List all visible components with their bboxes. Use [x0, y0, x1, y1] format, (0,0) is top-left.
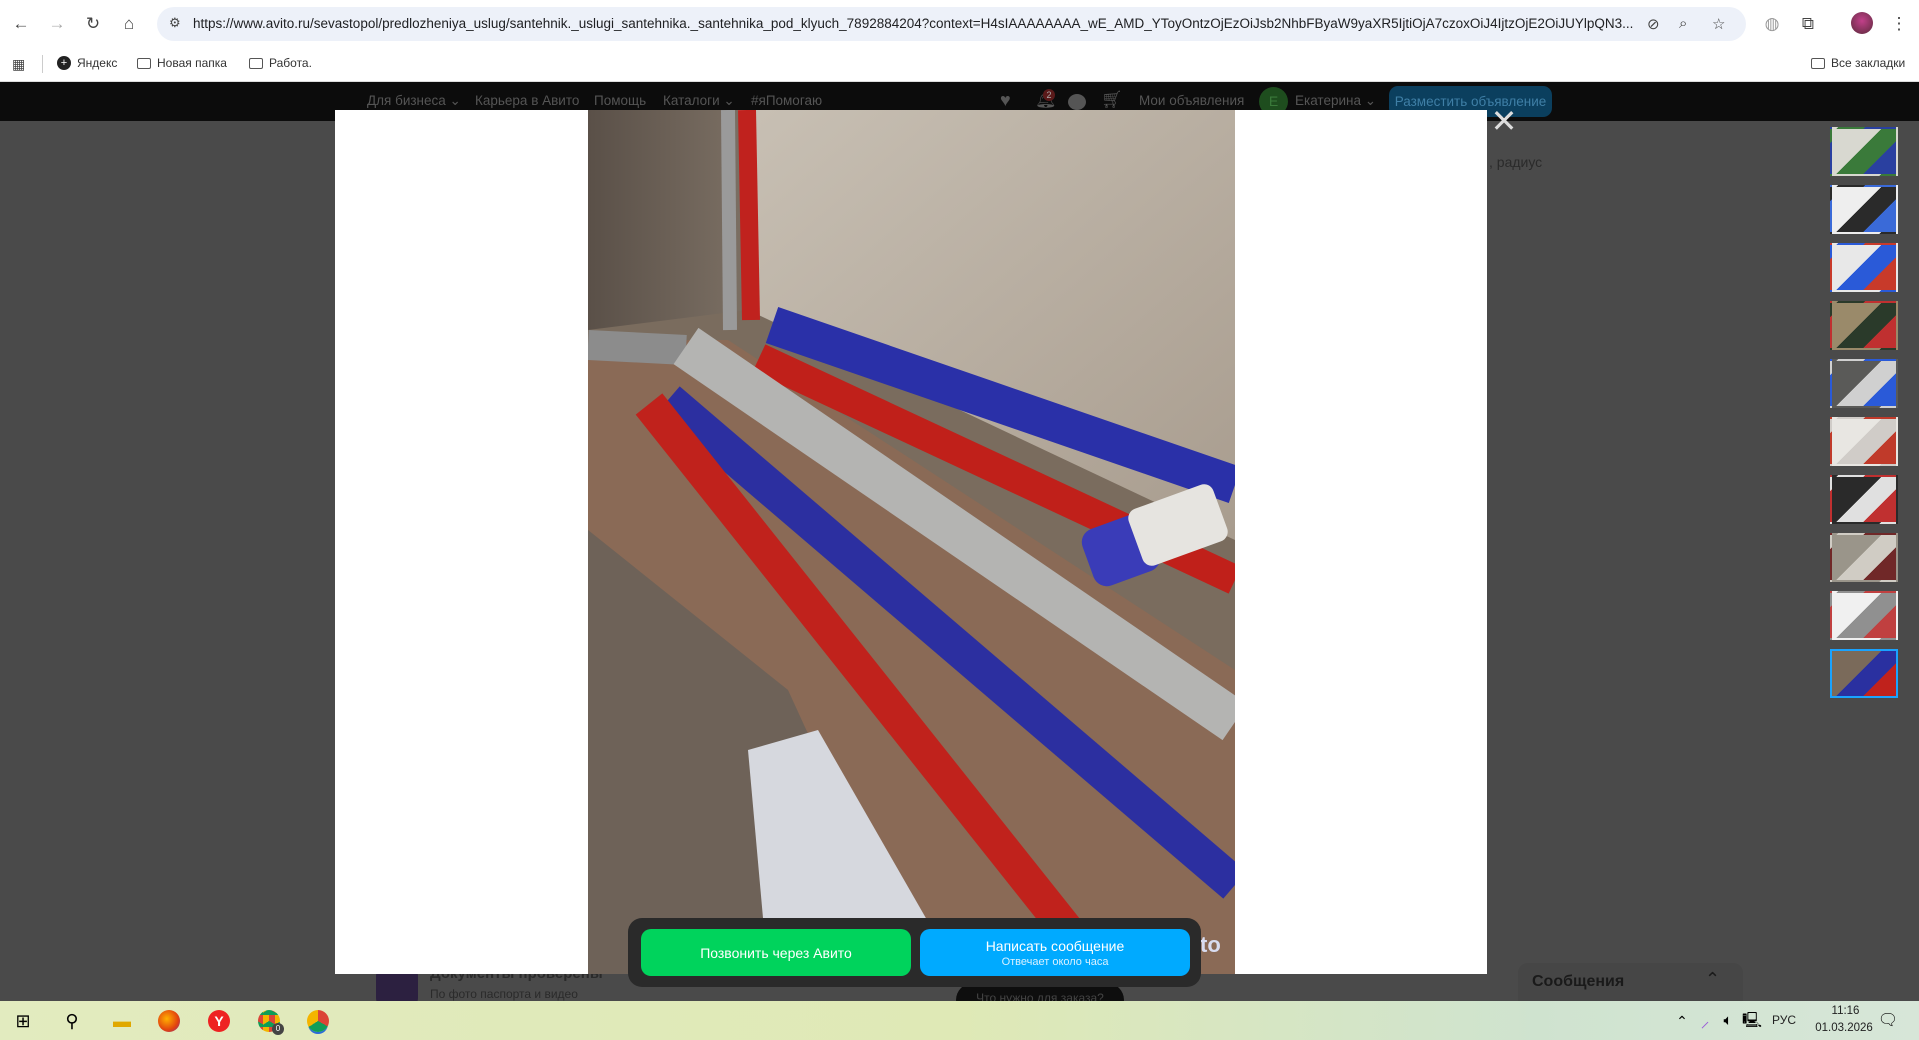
divider: [42, 55, 43, 73]
yandex-browser-icon[interactable]: Y: [208, 1010, 230, 1032]
bookmark-label: Все закладки: [1831, 56, 1906, 70]
back-icon[interactable]: ←: [9, 12, 33, 36]
extensions-icon[interactable]: ⧉: [1796, 12, 1820, 36]
messages-panel[interactable]: Сообщения ⌃: [1518, 963, 1743, 1001]
yandex-icon: +: [57, 56, 71, 70]
contact-bar: Позвонить через Авито Написать сообщение…: [628, 918, 1201, 987]
call-label: Позвонить через Авито: [700, 944, 852, 961]
browser-chrome: ← → ↻ ⌂ ⚙ https://www.avito.ru/sevastopo…: [0, 0, 1919, 82]
notification-badge: 2: [1043, 89, 1055, 101]
bookmark-folder-new[interactable]: Новая папка: [137, 56, 227, 70]
docs-subtitle: По фото паспорта и видео: [430, 987, 578, 1001]
toolbar: ← → ↻ ⌂ ⚙ https://www.avito.ru/sevastopo…: [0, 0, 1919, 47]
nav-business[interactable]: Для бизнеса ⌄: [367, 93, 461, 109]
zoom-icon[interactable]: ⌕: [1679, 15, 1687, 32]
nav-ya-pomogayu[interactable]: #яПомогаю: [751, 93, 822, 108]
home-icon[interactable]: ⌂: [117, 12, 141, 36]
site-settings-icon[interactable]: ⚙: [169, 15, 181, 31]
forward-icon[interactable]: →: [45, 12, 69, 36]
favorites-heart-icon[interactable]: ♥: [1000, 90, 1011, 111]
my-ads-link[interactable]: Мои объявления: [1139, 93, 1244, 108]
bookmark-label: Яндекс: [77, 56, 118, 70]
tracking-off-icon[interactable]: ⊘: [1647, 15, 1660, 33]
gallery-thumbnail[interactable]: [1830, 127, 1898, 176]
nav-catalogs[interactable]: Каталоги ⌄: [663, 93, 735, 109]
apps-icon[interactable]: ▦: [12, 56, 25, 73]
messages-title: Сообщения: [1532, 973, 1625, 990]
chrome-profile-icon[interactable]: [307, 1010, 329, 1032]
message-label: Написать сообщение: [985, 937, 1125, 954]
nav-help[interactable]: Помощь: [594, 93, 646, 108]
chrome-badge: 0: [272, 1023, 284, 1035]
notification-center-icon[interactable]: 🗨︎: [1876, 1009, 1900, 1033]
gallery-thumbnail[interactable]: [1830, 359, 1898, 408]
profile-avatar[interactable]: [1851, 12, 1873, 34]
nav-career[interactable]: Карьера в Авито: [475, 93, 579, 108]
response-time: Отвечает около часа: [1001, 955, 1109, 968]
folder-icon: [137, 57, 151, 69]
address-bar[interactable]: ⚙ https://www.avito.ru/sevastopol/predlo…: [157, 7, 1746, 41]
gallery-thumbnail[interactable]: [1830, 417, 1898, 466]
gallery-thumbnail[interactable]: [1830, 649, 1898, 698]
folder-icon: [1811, 57, 1825, 69]
user-menu[interactable]: Екатерина ⌄: [1295, 93, 1376, 109]
radius-text: , радиус: [1489, 154, 1543, 170]
gallery-thumbnail[interactable]: [1830, 533, 1898, 582]
translate-icon[interactable]: ◍: [1760, 12, 1784, 36]
tray-chevron-up-icon[interactable]: ⌃: [1670, 1009, 1694, 1033]
close-icon[interactable]: ✕: [1490, 105, 1518, 137]
clock-date[interactable]: 01.03.2026: [1806, 1022, 1882, 1034]
bookmark-label: Новая папка: [157, 56, 227, 70]
windows-start-icon[interactable]: ⊞: [11, 1009, 35, 1033]
gallery-thumbnail[interactable]: [1830, 301, 1898, 350]
pipes-photo: to: [588, 110, 1235, 974]
gallery-thumbnail[interactable]: [1830, 591, 1898, 640]
avito-watermark: to: [1200, 932, 1221, 957]
language-indicator[interactable]: РУС: [1772, 1013, 1796, 1027]
bookmark-folder-work[interactable]: Работа.: [249, 56, 312, 70]
bookmarks-bar: ▦ + Яндекс Новая папка Работа. Все заклад…: [0, 47, 1919, 82]
call-via-avito-button[interactable]: Позвонить через Авито: [641, 929, 911, 976]
gallery-thumbnail[interactable]: [1830, 185, 1898, 234]
bookmark-label: Работа.: [269, 56, 312, 70]
write-message-button[interactable]: Написать сообщение Отвечает около часа: [920, 929, 1190, 976]
clock-time[interactable]: 11:16: [1818, 1005, 1873, 1017]
all-bookmarks[interactable]: Все закладки: [1811, 56, 1905, 70]
reload-icon[interactable]: ↻: [81, 12, 105, 36]
folder-icon: [249, 57, 263, 69]
windows-taskbar: ⊞ ⚲ ▬ Y 0 ⌃ ⸝ 🔈︎ 🖳 РУС 11:16 01.03.2026 …: [0, 1001, 1919, 1040]
cart-icon[interactable]: 🛒︎: [1101, 90, 1123, 110]
gallery-thumbnail[interactable]: [1830, 243, 1898, 292]
file-explorer-icon[interactable]: ▬: [110, 1009, 134, 1033]
gallery-photo[interactable]: to: [588, 110, 1235, 974]
volume-icon[interactable]: 🔈︎: [1716, 1009, 1740, 1033]
url-text[interactable]: https://www.avito.ru/sevastopol/predlozh…: [193, 16, 1643, 31]
messages-icon[interactable]: [1068, 94, 1086, 110]
gallery-thumbnail[interactable]: [1830, 475, 1898, 524]
search-icon[interactable]: ⚲: [60, 1009, 84, 1033]
firefox-icon[interactable]: [158, 1010, 180, 1032]
tray-feather-icon[interactable]: ⸝: [1693, 1009, 1717, 1033]
network-icon[interactable]: 🖳: [1740, 1009, 1764, 1033]
menu-icon[interactable]: ⋮: [1887, 12, 1911, 36]
bookmark-yandex[interactable]: + Яндекс: [57, 56, 117, 70]
bookmark-star-icon[interactable]: ☆: [1712, 15, 1725, 33]
chevron-up-icon[interactable]: ⌃: [1705, 969, 1720, 990]
